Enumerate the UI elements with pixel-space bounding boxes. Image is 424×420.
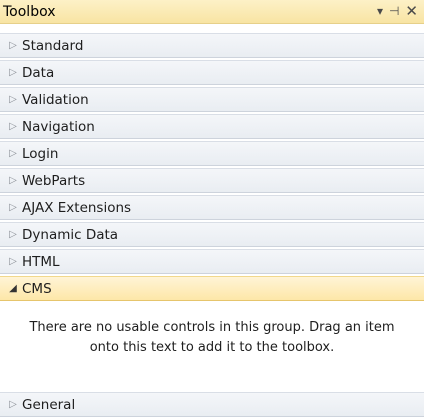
group-cms[interactable]: ◢ CMS (0, 276, 424, 301)
expand-arrow-icon: ▷ (9, 40, 17, 51)
group-label: Data (22, 64, 55, 81)
close-icon[interactable]: ✕ (405, 3, 418, 19)
group-label: CMS (22, 280, 52, 297)
expand-arrow-icon: ▷ (9, 399, 17, 410)
toolbox-groups: ▷ Standard ▷ Data ▷ Validation ▷ Navigat… (0, 33, 424, 303)
group-html[interactable]: ▷ HTML (0, 249, 424, 274)
group-login[interactable]: ▷ Login (0, 141, 424, 166)
group-data[interactable]: ▷ Data (0, 60, 424, 85)
expand-arrow-icon: ▷ (9, 148, 17, 159)
group-label: Login (22, 145, 59, 162)
expand-arrow-icon: ▷ (9, 256, 17, 267)
group-ajax-extensions[interactable]: ▷ AJAX Extensions (0, 195, 424, 220)
expand-arrow-icon: ▷ (9, 175, 17, 186)
group-label: Dynamic Data (22, 226, 119, 243)
expand-arrow-icon: ▷ (9, 229, 17, 240)
group-navigation[interactable]: ▷ Navigation (0, 114, 424, 139)
group-standard[interactable]: ▷ Standard (0, 33, 424, 58)
expand-arrow-icon: ▷ (9, 121, 17, 132)
pin-icon[interactable]: ⊣ (389, 3, 399, 19)
group-label: General (22, 396, 76, 413)
expand-arrow-icon: ▷ (9, 67, 17, 78)
expand-arrow-icon: ▷ (9, 94, 17, 105)
group-label: Navigation (22, 118, 95, 135)
window-controls: ▾ ⊣ ✕ (377, 3, 418, 19)
toolbox-general-wrapper: ▷ General (0, 392, 424, 419)
group-dynamic-data[interactable]: ▷ Dynamic Data (0, 222, 424, 247)
group-label: WebParts (22, 172, 86, 189)
group-webparts[interactable]: ▷ WebParts (0, 168, 424, 193)
expand-arrow-icon: ▷ (9, 202, 17, 213)
group-validation[interactable]: ▷ Validation (0, 87, 424, 112)
toolbox-title: Toolbox (3, 4, 56, 20)
group-general[interactable]: ▷ General (0, 392, 424, 417)
toolbox-panel: Toolbox ▾ ⊣ ✕ ▷ Standard ▷ Data ▷ Valida… (0, 0, 424, 420)
group-label: AJAX Extensions (22, 199, 132, 216)
group-label: Standard (22, 37, 84, 54)
group-label: HTML (22, 253, 60, 270)
dropdown-icon[interactable]: ▾ (377, 3, 383, 19)
collapse-arrow-icon: ◢ (9, 283, 17, 294)
empty-group-message[interactable]: There are no usable controls in this gro… (0, 318, 424, 358)
group-label: Validation (22, 91, 89, 108)
toolbox-titlebar[interactable]: Toolbox ▾ ⊣ ✕ (0, 0, 424, 24)
